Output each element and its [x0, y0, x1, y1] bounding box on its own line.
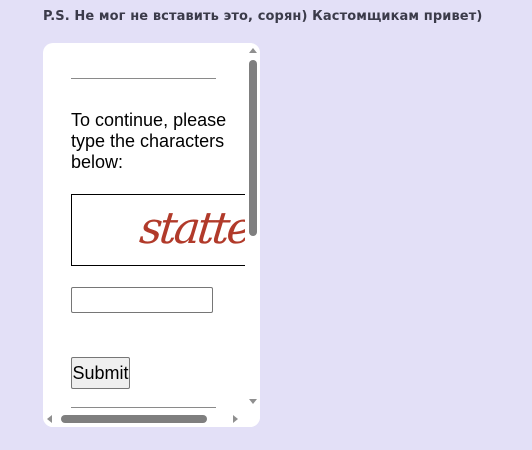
page-note: P.S. Не мог не вставить это, сорян) Каст…: [43, 9, 483, 24]
triangle-up-icon[interactable]: [249, 48, 257, 53]
triangle-left-icon[interactable]: [47, 415, 52, 423]
vertical-scroll-thumb[interactable]: [249, 60, 257, 236]
vertical-scrollbar[interactable]: [245, 43, 260, 410]
captcha-answer-input[interactable]: [71, 287, 213, 313]
top-divider: [71, 78, 216, 79]
scrollbar-corner: [245, 410, 260, 427]
triangle-down-icon[interactable]: [249, 399, 257, 404]
embedded-frame-card: To continue, please type the characters …: [43, 43, 260, 427]
submit-button[interactable]: Submit: [71, 357, 130, 389]
captcha-characters: statte: [137, 203, 245, 254]
bottom-divider: [71, 407, 216, 408]
triangle-right-icon[interactable]: [233, 415, 238, 423]
captcha-image: statte: [71, 194, 245, 266]
captcha-frame: To continue, please type the characters …: [43, 43, 245, 410]
captcha-prompt: To continue, please type the characters …: [71, 110, 227, 172]
horizontal-scroll-thumb[interactable]: [61, 415, 207, 423]
horizontal-scrollbar[interactable]: [43, 410, 245, 427]
